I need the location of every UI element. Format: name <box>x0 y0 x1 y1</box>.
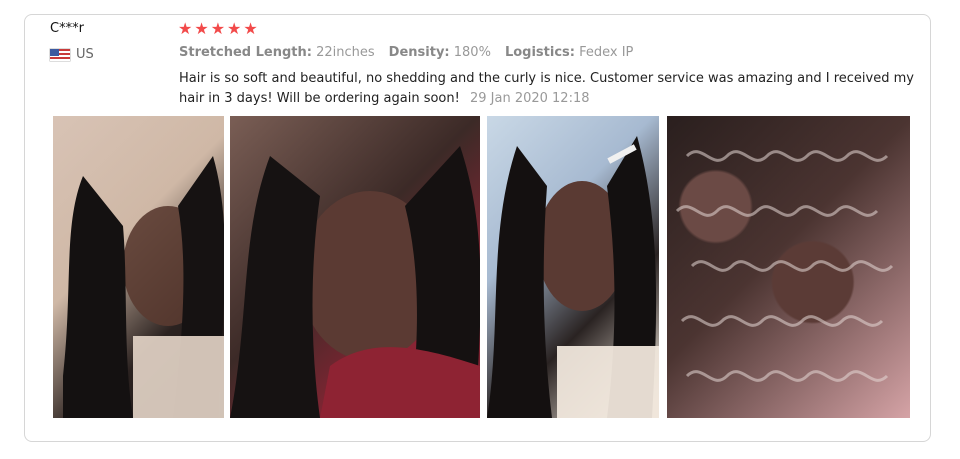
review-date: 29 Jan 2020 12:18 <box>469 91 590 106</box>
attr-value: Fedex IP <box>579 45 634 60</box>
star-icon: ★ <box>243 19 258 38</box>
rating-stars: ★ ★ ★ ★ ★ <box>178 19 258 39</box>
review-photo-4[interactable] <box>667 116 910 418</box>
review-photo-3[interactable] <box>487 116 659 418</box>
attr-stretched-length: Stretched Length: 22inches <box>179 45 375 60</box>
star-icon: ★ <box>178 19 193 38</box>
review-photo-1[interactable] <box>53 116 224 418</box>
us-flag-icon <box>50 48 70 61</box>
star-icon: ★ <box>227 19 242 38</box>
country-label: US <box>76 47 94 62</box>
attr-logistics: Logistics: Fedex IP <box>505 45 633 60</box>
star-icon: ★ <box>194 19 209 38</box>
review-text: Hair is so soft and beautiful, no sheddi… <box>179 69 923 109</box>
attr-value: 180% <box>453 45 491 60</box>
review-attributes: Stretched Length: 22inches Density: 180%… <box>179 45 633 60</box>
review-photo-2[interactable] <box>230 116 480 418</box>
attr-density: Density: 180% <box>389 45 491 60</box>
reviewer-name: C***r <box>50 21 84 36</box>
attr-label: Stretched Length: <box>179 45 312 60</box>
attr-label: Logistics: <box>504 45 575 60</box>
reviewer-country: US <box>50 47 94 62</box>
attr-value: 22inches <box>316 45 375 60</box>
attr-label: Density: <box>388 45 450 60</box>
star-icon: ★ <box>210 19 226 38</box>
